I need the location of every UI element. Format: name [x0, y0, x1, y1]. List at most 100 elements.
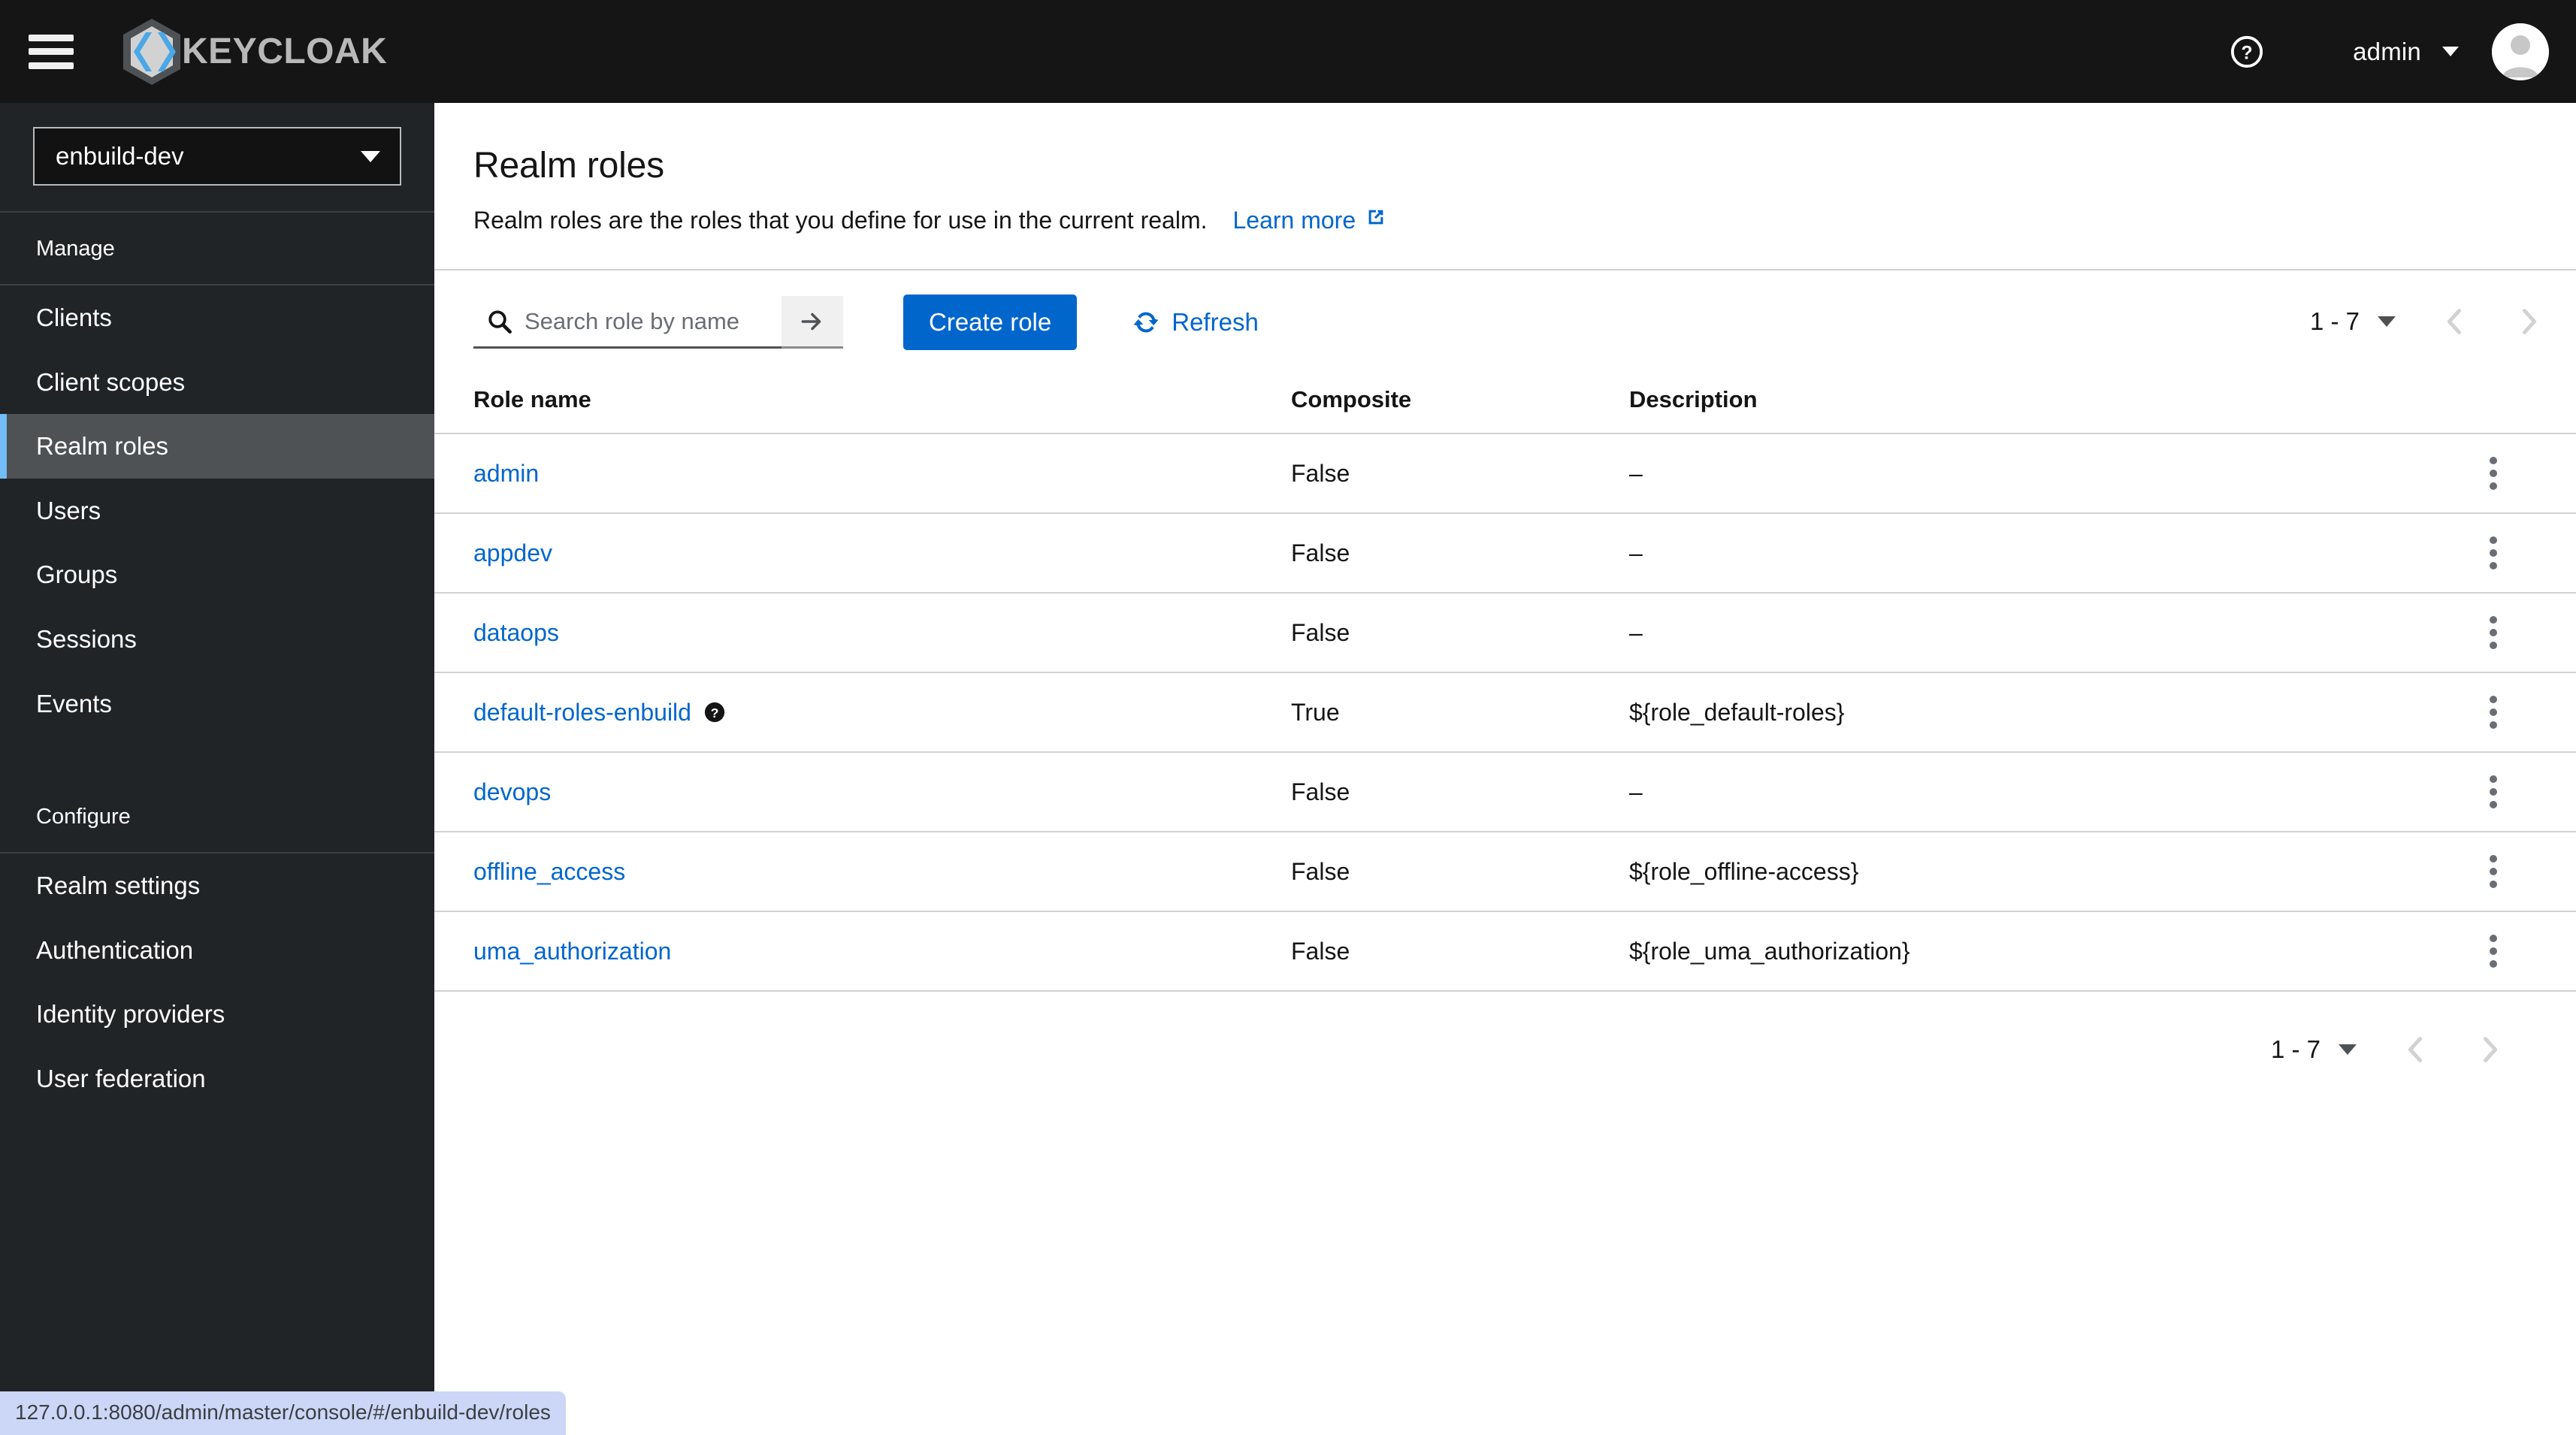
- sidebar-item-sessions[interactable]: Sessions: [0, 607, 434, 672]
- brand-logo-link[interactable]: KEYCLOAK: [120, 0, 387, 103]
- row-actions-kebab-icon[interactable]: [2426, 536, 2576, 569]
- table-body: admin False – appdev False – dataops Fal…: [434, 434, 2576, 992]
- main-content: Realm roles Realm roles are the roles th…: [434, 103, 2576, 1435]
- pagination-prev-top[interactable]: [2438, 303, 2471, 340]
- description-value: –: [1629, 434, 2426, 514]
- role-name-cell: offline_access: [473, 858, 1291, 886]
- composite-value: False: [1291, 752, 1629, 832]
- sidebar-item-users[interactable]: Users: [0, 479, 434, 543]
- role-link[interactable]: devops: [473, 778, 551, 806]
- role-link[interactable]: uma_authorization: [473, 938, 671, 965]
- role-link[interactable]: admin: [473, 460, 539, 488]
- table-row: default-roles-enbuild ? True ${role_defa…: [434, 672, 2576, 753]
- row-actions-kebab-icon[interactable]: [2426, 616, 2576, 649]
- sidebar: enbuild-dev Manage Clients Client scopes…: [0, 103, 434, 1435]
- role-name-cell: uma_authorization: [473, 938, 1291, 965]
- pagination-dropdown-toggle-top[interactable]: [2378, 316, 2396, 327]
- role-link[interactable]: offline_access: [473, 858, 625, 886]
- search-submit-button[interactable]: [782, 296, 843, 349]
- role-link[interactable]: appdev: [473, 539, 552, 567]
- sidebar-item-user-federation[interactable]: User federation: [0, 1047, 434, 1111]
- status-bar-url: 127.0.0.1:8080/admin/master/console/#/en…: [0, 1391, 566, 1435]
- role-name-cell: appdev: [473, 539, 1291, 567]
- user-dropdown[interactable]: admin: [2353, 38, 2459, 66]
- row-actions-kebab-icon[interactable]: [2426, 935, 2576, 968]
- description-value: –: [1629, 752, 2426, 832]
- user-avatar-icon: [2492, 23, 2549, 80]
- sidebar-item-authentication[interactable]: Authentication: [0, 918, 434, 983]
- help-icon[interactable]: ?: [2224, 29, 2270, 75]
- description-value: ${role_uma_authorization}: [1629, 911, 2426, 992]
- table-row: dataops False –: [434, 593, 2576, 673]
- learn-more-label: Learn more: [1232, 206, 1356, 234]
- page-subtitle-row: Realm roles are the roles that you defin…: [473, 206, 2576, 234]
- role-link[interactable]: dataops: [473, 619, 559, 647]
- avatar[interactable]: [2492, 23, 2549, 80]
- page-header: Realm roles Realm roles are the roles th…: [434, 103, 2576, 270]
- role-name-cell: default-roles-enbuild ?: [473, 699, 1291, 727]
- chevron-left-icon: [2447, 309, 2462, 334]
- external-link-icon: [1365, 206, 1387, 234]
- sidebar-item-clients[interactable]: Clients: [0, 285, 434, 350]
- sidebar-item-groups[interactable]: Groups: [0, 542, 434, 607]
- composite-value: False: [1291, 832, 1629, 912]
- toolbar: Create role Refresh 1 - 7: [434, 270, 2576, 373]
- search-group: [473, 296, 843, 349]
- chevron-down-icon: [361, 150, 380, 162]
- description-value: ${role_default-roles}: [1629, 672, 2426, 753]
- sidebar-item-realm-settings[interactable]: Realm settings: [0, 853, 434, 918]
- svg-text:?: ?: [711, 705, 719, 721]
- nav-section-title-configure: Configure: [36, 805, 131, 829]
- sidebar-item-realm-roles[interactable]: Realm roles: [0, 414, 434, 479]
- role-help-icon[interactable]: ?: [703, 701, 726, 724]
- refresh-button[interactable]: Refresh: [1132, 308, 1259, 337]
- role-name-cell: dataops: [473, 619, 1291, 647]
- pagination-next-top[interactable]: [2513, 303, 2546, 340]
- masthead: KEYCLOAK ? admin: [0, 0, 2576, 103]
- sidebar-item-identity-providers[interactable]: Identity providers: [0, 982, 434, 1047]
- description-value: ${role_offline-access}: [1629, 832, 2426, 912]
- row-actions-kebab-icon[interactable]: [2426, 855, 2576, 888]
- hamburger-bar: [29, 48, 74, 55]
- question-circle-filled-icon: ?: [704, 702, 725, 723]
- hamburger-menu-icon[interactable]: [29, 34, 74, 69]
- pagination-range-top: 1 - 7: [2309, 307, 2360, 335]
- role-name-cell: devops: [473, 778, 1291, 806]
- table-row: admin False –: [434, 434, 2576, 514]
- pagination-next-bottom[interactable]: [2474, 1031, 2507, 1068]
- role-name-cell: admin: [473, 460, 1291, 488]
- description-value: –: [1629, 513, 2426, 594]
- table-row: devops False –: [434, 752, 2576, 832]
- table-row: appdev False –: [434, 513, 2576, 594]
- composite-value: True: [1291, 672, 1629, 753]
- chevron-down-icon: [2442, 47, 2459, 56]
- create-role-button[interactable]: Create role: [903, 295, 1078, 350]
- chevron-right-icon: [2483, 1037, 2498, 1062]
- nav-section-title-manage: Manage: [36, 237, 115, 261]
- realm-selector-container: enbuild-dev: [0, 103, 434, 211]
- refresh-icon: [1132, 309, 1160, 336]
- realm-selector[interactable]: enbuild-dev: [33, 127, 401, 186]
- row-actions-kebab-icon[interactable]: [2426, 775, 2576, 808]
- hamburger-bar: [29, 34, 74, 41]
- realm-selector-value: enbuild-dev: [56, 142, 184, 170]
- sidebar-item-client-scopes[interactable]: Client scopes: [0, 350, 434, 415]
- sidebar-item-events[interactable]: Events: [0, 672, 434, 736]
- pagination-prev-bottom[interactable]: [2399, 1031, 2432, 1068]
- pagination-bottom: 1 - 7: [434, 992, 2576, 1068]
- composite-value: False: [1291, 593, 1629, 673]
- masthead-actions: ? admin: [2224, 0, 2576, 103]
- role-link[interactable]: default-roles-enbuild: [473, 699, 691, 727]
- search-field[interactable]: [473, 296, 782, 349]
- svg-text:?: ?: [2242, 42, 2253, 63]
- row-actions-kebab-icon[interactable]: [2426, 457, 2576, 490]
- search-input[interactable]: [525, 296, 772, 346]
- column-header-description: Description: [1629, 373, 2426, 434]
- row-actions-kebab-icon[interactable]: [2426, 696, 2576, 729]
- chevron-left-icon: [2408, 1037, 2423, 1062]
- search-icon: [488, 310, 512, 334]
- learn-more-link[interactable]: Learn more: [1232, 206, 1387, 234]
- page-description: Realm roles are the roles that you defin…: [473, 206, 1208, 234]
- pagination-dropdown-toggle-bottom[interactable]: [2339, 1044, 2357, 1055]
